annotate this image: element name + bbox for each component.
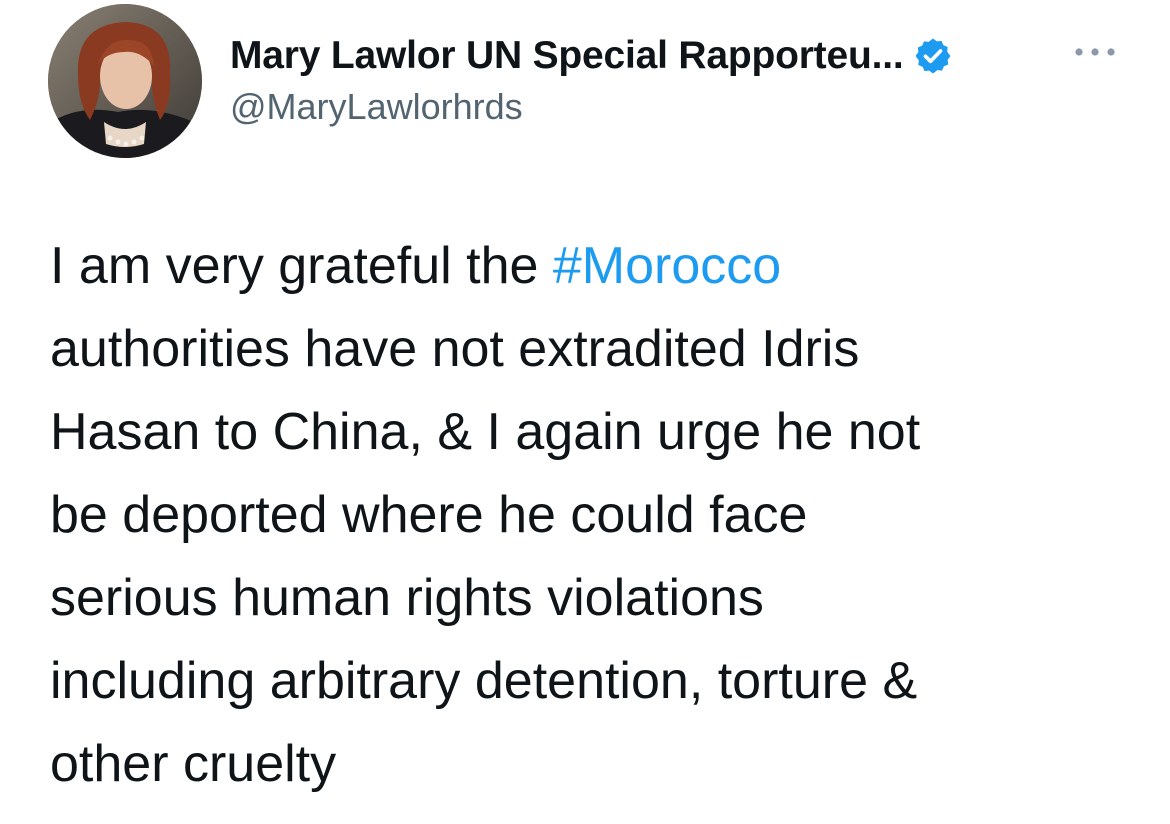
tweet-text-line: authorities have not extradited Idris [50, 320, 860, 378]
tweet-text-line: Hasan to China, & I again urge he not [50, 403, 921, 461]
tweet-text-line: serious human rights violations [50, 569, 764, 627]
verified-badge-icon [915, 38, 951, 74]
tweet-text-line: be deported where he could face [50, 486, 808, 544]
tweet-card: Mary Lawlor UN Special Rapporteu... @Mar… [0, 0, 1170, 824]
more-options-icon[interactable] [1070, 42, 1120, 62]
tweet-text-line: I am very grateful the #Morocco [50, 225, 1140, 308]
author-display-name[interactable]: Mary Lawlor UN Special Rapporteu... [230, 34, 904, 78]
hashtag-link[interactable]: #Morocco [553, 237, 781, 295]
profile-photo-icon [48, 4, 202, 158]
tweet-text-line: including arbitrary detention, torture & [50, 652, 918, 710]
tweet-header: Mary Lawlor UN Special Rapporteu... @Mar… [230, 28, 1130, 128]
author-handle[interactable]: @MaryLawlorhrds [230, 86, 1130, 128]
author-name-row: Mary Lawlor UN Special Rapporteu... [230, 28, 1130, 84]
author-avatar[interactable] [48, 4, 202, 158]
tweet-text: I am very grateful the #Morocco authorit… [50, 225, 1140, 806]
tweet-text-line: other cruelty [50, 735, 337, 793]
tweet-text-segment: I am very grateful the [50, 237, 553, 295]
